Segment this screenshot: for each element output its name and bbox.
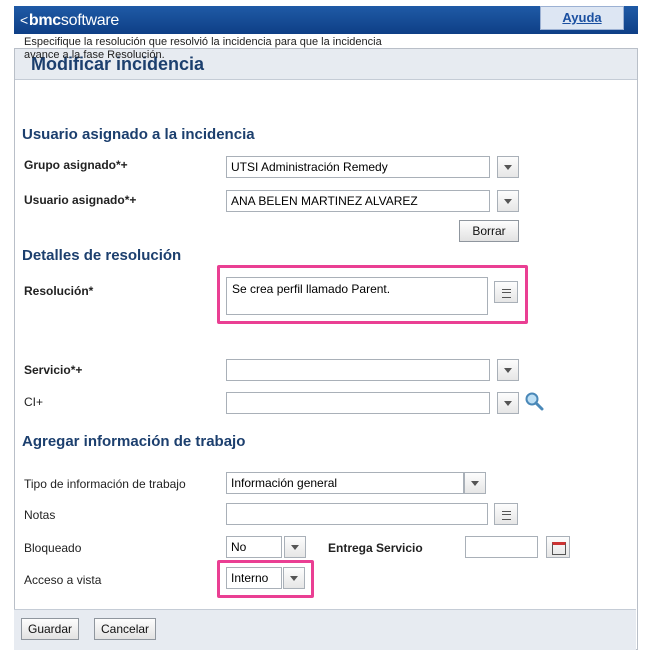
service-label: Servicio*+ bbox=[24, 363, 83, 377]
text-editor-icon bbox=[502, 511, 511, 520]
group-label: Grupo asignado*+ bbox=[24, 158, 128, 172]
ci-field[interactable] bbox=[226, 392, 490, 414]
search-icon[interactable] bbox=[524, 391, 544, 411]
chevron-down-icon bbox=[471, 481, 479, 486]
service-field[interactable] bbox=[226, 359, 490, 381]
assigned-group-dropdown[interactable] bbox=[497, 156, 519, 178]
assigned-user-dropdown[interactable] bbox=[497, 190, 519, 212]
logo-arrow-icon: < bbox=[20, 12, 28, 28]
calendar-button[interactable] bbox=[546, 536, 570, 558]
save-button[interactable]: Guardar bbox=[21, 618, 80, 640]
ci-label: CI+ bbox=[24, 395, 44, 409]
clear-button[interactable]: Borrar bbox=[459, 220, 519, 242]
locked-field[interactable]: No bbox=[226, 536, 282, 558]
chevron-down-icon bbox=[504, 199, 512, 204]
logo-bold-text: bmc bbox=[28, 12, 61, 29]
resolution-details-heading: Detalles de resolución bbox=[22, 247, 182, 264]
calendar-icon bbox=[552, 542, 566, 555]
assigned-user-field[interactable]: ANA BELEN MARTINEZ ALVAREZ bbox=[226, 190, 490, 212]
work-type-field[interactable]: Información general bbox=[226, 472, 464, 494]
service-dropdown[interactable] bbox=[497, 359, 519, 381]
user-label: Usuario asignado*+ bbox=[24, 193, 137, 207]
chevron-down-icon bbox=[504, 368, 512, 373]
notes-label: Notas bbox=[24, 508, 56, 522]
locked-label: Bloqueado bbox=[24, 541, 82, 555]
bmc-logo: <bmcsoftware bbox=[20, 12, 119, 30]
work-info-heading: Agregar información de trabajo bbox=[22, 433, 246, 450]
assigned-user-heading: Usuario asignado a la incidencia bbox=[22, 126, 255, 143]
work-type-dropdown[interactable] bbox=[464, 472, 486, 494]
notes-field[interactable] bbox=[226, 503, 488, 525]
work-type-label: Tipo de información de trabajo bbox=[24, 477, 186, 491]
top-bar: <bmcsoftware Ayuda bbox=[0, 0, 648, 38]
locked-dropdown[interactable] bbox=[284, 536, 306, 558]
access-highlight bbox=[217, 560, 314, 598]
cancel-button[interactable]: Cancelar bbox=[94, 618, 157, 640]
instructions-text: Especifique la resolución que resolvió l… bbox=[24, 36, 584, 62]
instructions-line-1: Especifique la resolución que resolvió l… bbox=[24, 36, 382, 48]
assigned-group-field[interactable]: UTSI Administración Remedy bbox=[226, 156, 490, 178]
resolution-label: Resolución* bbox=[24, 284, 94, 298]
instructions-line-2: avance a la fase Resolución. bbox=[24, 49, 165, 61]
logo-text: software bbox=[60, 12, 119, 29]
chevron-down-icon bbox=[504, 165, 512, 170]
resolution-highlight bbox=[217, 265, 528, 324]
ci-dropdown[interactable] bbox=[497, 392, 519, 414]
delivery-date-field[interactable] bbox=[465, 536, 538, 558]
chevron-down-icon bbox=[504, 401, 512, 406]
notes-expand-button[interactable] bbox=[494, 503, 518, 525]
access-label: Acceso a vista bbox=[24, 573, 102, 587]
chevron-down-icon bbox=[291, 545, 299, 550]
delivery-label: Entrega Servicio bbox=[328, 541, 423, 555]
help-link[interactable]: Ayuda bbox=[540, 6, 624, 30]
